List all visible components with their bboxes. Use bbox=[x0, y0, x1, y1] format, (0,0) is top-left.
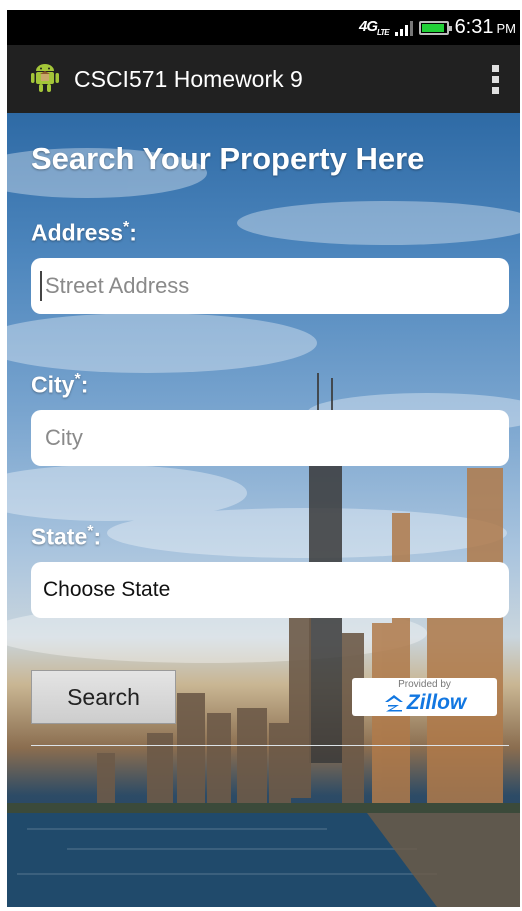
state-select[interactable]: Choose State bbox=[31, 562, 509, 618]
search-button[interactable]: Search bbox=[31, 670, 176, 724]
address-label-text: Address bbox=[31, 219, 124, 246]
zillow-provided-by: Provided by bbox=[398, 679, 451, 690]
clock: 6:31 PM bbox=[455, 16, 516, 39]
status-bar: 4GLTE 6:31 PM bbox=[7, 10, 520, 45]
city-label: City*: bbox=[31, 371, 88, 399]
address-label: Address*: bbox=[31, 219, 137, 247]
divider bbox=[31, 745, 509, 746]
zillow-logo-text: Zillow bbox=[406, 691, 467, 714]
clock-ampm: PM bbox=[496, 21, 517, 36]
text-cursor bbox=[40, 271, 42, 301]
state-label-suffix: : bbox=[93, 523, 102, 550]
phone-screen: 4GLTE 6:31 PM CSCI571 Homework 9 Search … bbox=[7, 10, 520, 907]
zillow-badge[interactable]: Provided by Zillow bbox=[352, 678, 497, 716]
network-subtype: LTE bbox=[377, 28, 389, 37]
app-title: CSCI571 Homework 9 bbox=[74, 65, 303, 92]
city-input[interactable] bbox=[31, 410, 509, 466]
zillow-z-icon bbox=[384, 695, 403, 712]
address-label-suffix: : bbox=[129, 219, 137, 246]
page-heading: Search Your Property Here bbox=[31, 141, 425, 176]
status-icons: 4GLTE 6:31 PM bbox=[359, 10, 520, 45]
content-area: Search Your Property Here Address*: City… bbox=[7, 113, 520, 907]
android-robot-icon bbox=[31, 64, 59, 92]
zillow-logo: Zillow bbox=[352, 691, 497, 715]
clock-time: 6:31 bbox=[454, 16, 494, 38]
state-label: State*: bbox=[31, 523, 101, 551]
action-bar: CSCI571 Homework 9 bbox=[7, 45, 520, 113]
battery-level bbox=[421, 23, 444, 32]
network-type: 4G bbox=[359, 18, 378, 35]
state-label-text: State bbox=[31, 523, 88, 550]
network-type-icon: 4GLTE bbox=[359, 18, 389, 37]
battery-icon bbox=[418, 20, 452, 35]
signal-strength-icon bbox=[394, 20, 413, 36]
city-label-text: City bbox=[31, 371, 75, 398]
city-label-suffix: : bbox=[80, 371, 89, 398]
overflow-menu-icon[interactable] bbox=[492, 65, 500, 94]
state-select-value: Choose State bbox=[43, 578, 171, 601]
street-address-input[interactable] bbox=[31, 258, 509, 314]
